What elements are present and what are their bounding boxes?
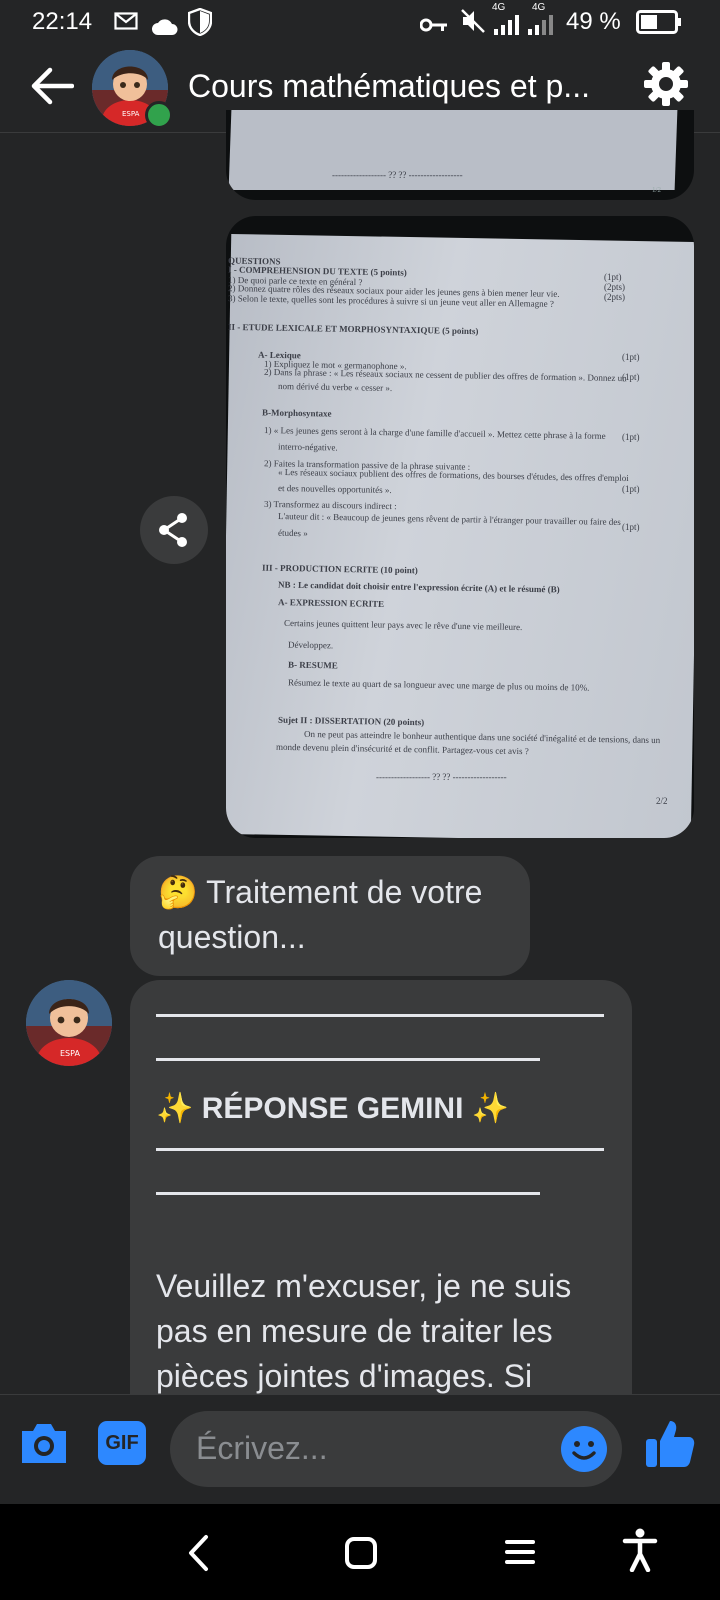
camera-icon[interactable] <box>18 1421 70 1472</box>
status-time: 22:14 <box>32 8 93 35</box>
document-points: (1pt) <box>622 484 640 494</box>
status-bar: 22:14 4G 4G 49 % <box>0 0 720 46</box>
signal-icon-2 <box>526 14 556 42</box>
document-page-number: 2/2 <box>656 796 668 806</box>
document-points: (1pt) <box>604 272 622 282</box>
nav-back-icon[interactable] <box>186 1534 212 1577</box>
back-arrow-icon[interactable] <box>28 66 75 111</box>
divider <box>156 1014 604 1017</box>
system-nav-bar <box>0 1504 720 1600</box>
document-line: nom dérivé du verbe « cesser ». <box>277 381 393 393</box>
document-points: (1pt) <box>622 522 640 532</box>
image1-footer: ------------------ ?? ?? ---------------… <box>332 170 463 180</box>
document-line: A- EXPRESSION ECRITE <box>277 597 385 609</box>
share-button[interactable] <box>140 496 208 564</box>
thumbs-up-icon[interactable] <box>644 1417 696 1474</box>
document-points: (1pt) <box>622 352 640 362</box>
response-text: Veuillez m'excuser, je ne suis pas en me… <box>156 1268 572 1394</box>
document-line: interro-négative. <box>277 441 338 453</box>
mail-icon <box>114 10 138 38</box>
nav-menu-icon[interactable] <box>504 1538 536 1571</box>
emoji-icon[interactable] <box>560 1425 608 1478</box>
document-points: (2pts) <box>604 292 625 302</box>
shield-icon <box>187 7 213 43</box>
nav-home-icon[interactable] <box>344 1536 378 1575</box>
network-label-1: 4G <box>492 2 506 13</box>
message-composer: GIF Écrivez... <box>0 1394 720 1505</box>
document-points: (1pt) <box>622 372 640 382</box>
svg-text:ESPA: ESPA <box>122 110 140 118</box>
chat-title[interactable]: Cours mathématiques et p... <box>188 68 590 105</box>
message-input[interactable]: Écrivez... <box>170 1411 622 1487</box>
battery-icon <box>636 10 682 41</box>
document-points: (1pt) <box>622 432 640 442</box>
divider <box>156 1148 604 1151</box>
image-message-2[interactable]: QUESTIONS I - COMPREHENSION DU TEXTE (5 p… <box>226 216 694 838</box>
accessibility-icon[interactable] <box>622 1528 658 1577</box>
response-bubble: ✨ RÉPONSE GEMINI ✨ Veuillez m'excuser, j… <box>130 980 632 1440</box>
image1-page: 1/2 <box>652 186 661 194</box>
network-label-2: 4G <box>532 2 546 13</box>
share-icon <box>159 513 187 547</box>
mute-icon <box>460 8 486 41</box>
cloud-icon <box>152 14 178 42</box>
image-message-1[interactable]: ------------------ ?? ?? ---------------… <box>226 110 694 200</box>
document-line: études » <box>277 527 308 539</box>
document-line: B-Morphosyntaxe <box>261 407 332 419</box>
document-line: et des nouvelles opportunités ». <box>277 483 392 495</box>
gif-button[interactable]: GIF <box>98 1421 146 1465</box>
processing-text: 🤔 Traitement de votre question... <box>158 874 483 955</box>
response-title: ✨ RÉPONSE GEMINI ✨ <box>156 1092 510 1125</box>
sender-avatar[interactable]: ESPA <box>26 980 112 1066</box>
document-line: Développez. <box>287 639 334 651</box>
online-indicator <box>145 101 173 129</box>
message-input-placeholder: Écrivez... <box>196 1430 328 1466</box>
battery-percent: 49 % <box>566 8 621 35</box>
gear-icon[interactable] <box>642 60 690 113</box>
document-points: (2pts) <box>604 282 625 292</box>
signal-icon-1 <box>492 14 522 42</box>
processing-bubble: 🤔 Traitement de votre question... <box>130 856 530 976</box>
divider <box>156 1192 540 1195</box>
document-line: B- RESUME <box>287 659 338 671</box>
document-footer: ------------------ ?? ?? ---------------… <box>376 772 507 782</box>
svg-text:ESPA: ESPA <box>60 1049 80 1058</box>
divider <box>156 1058 540 1061</box>
vpn-key-icon <box>419 12 448 40</box>
